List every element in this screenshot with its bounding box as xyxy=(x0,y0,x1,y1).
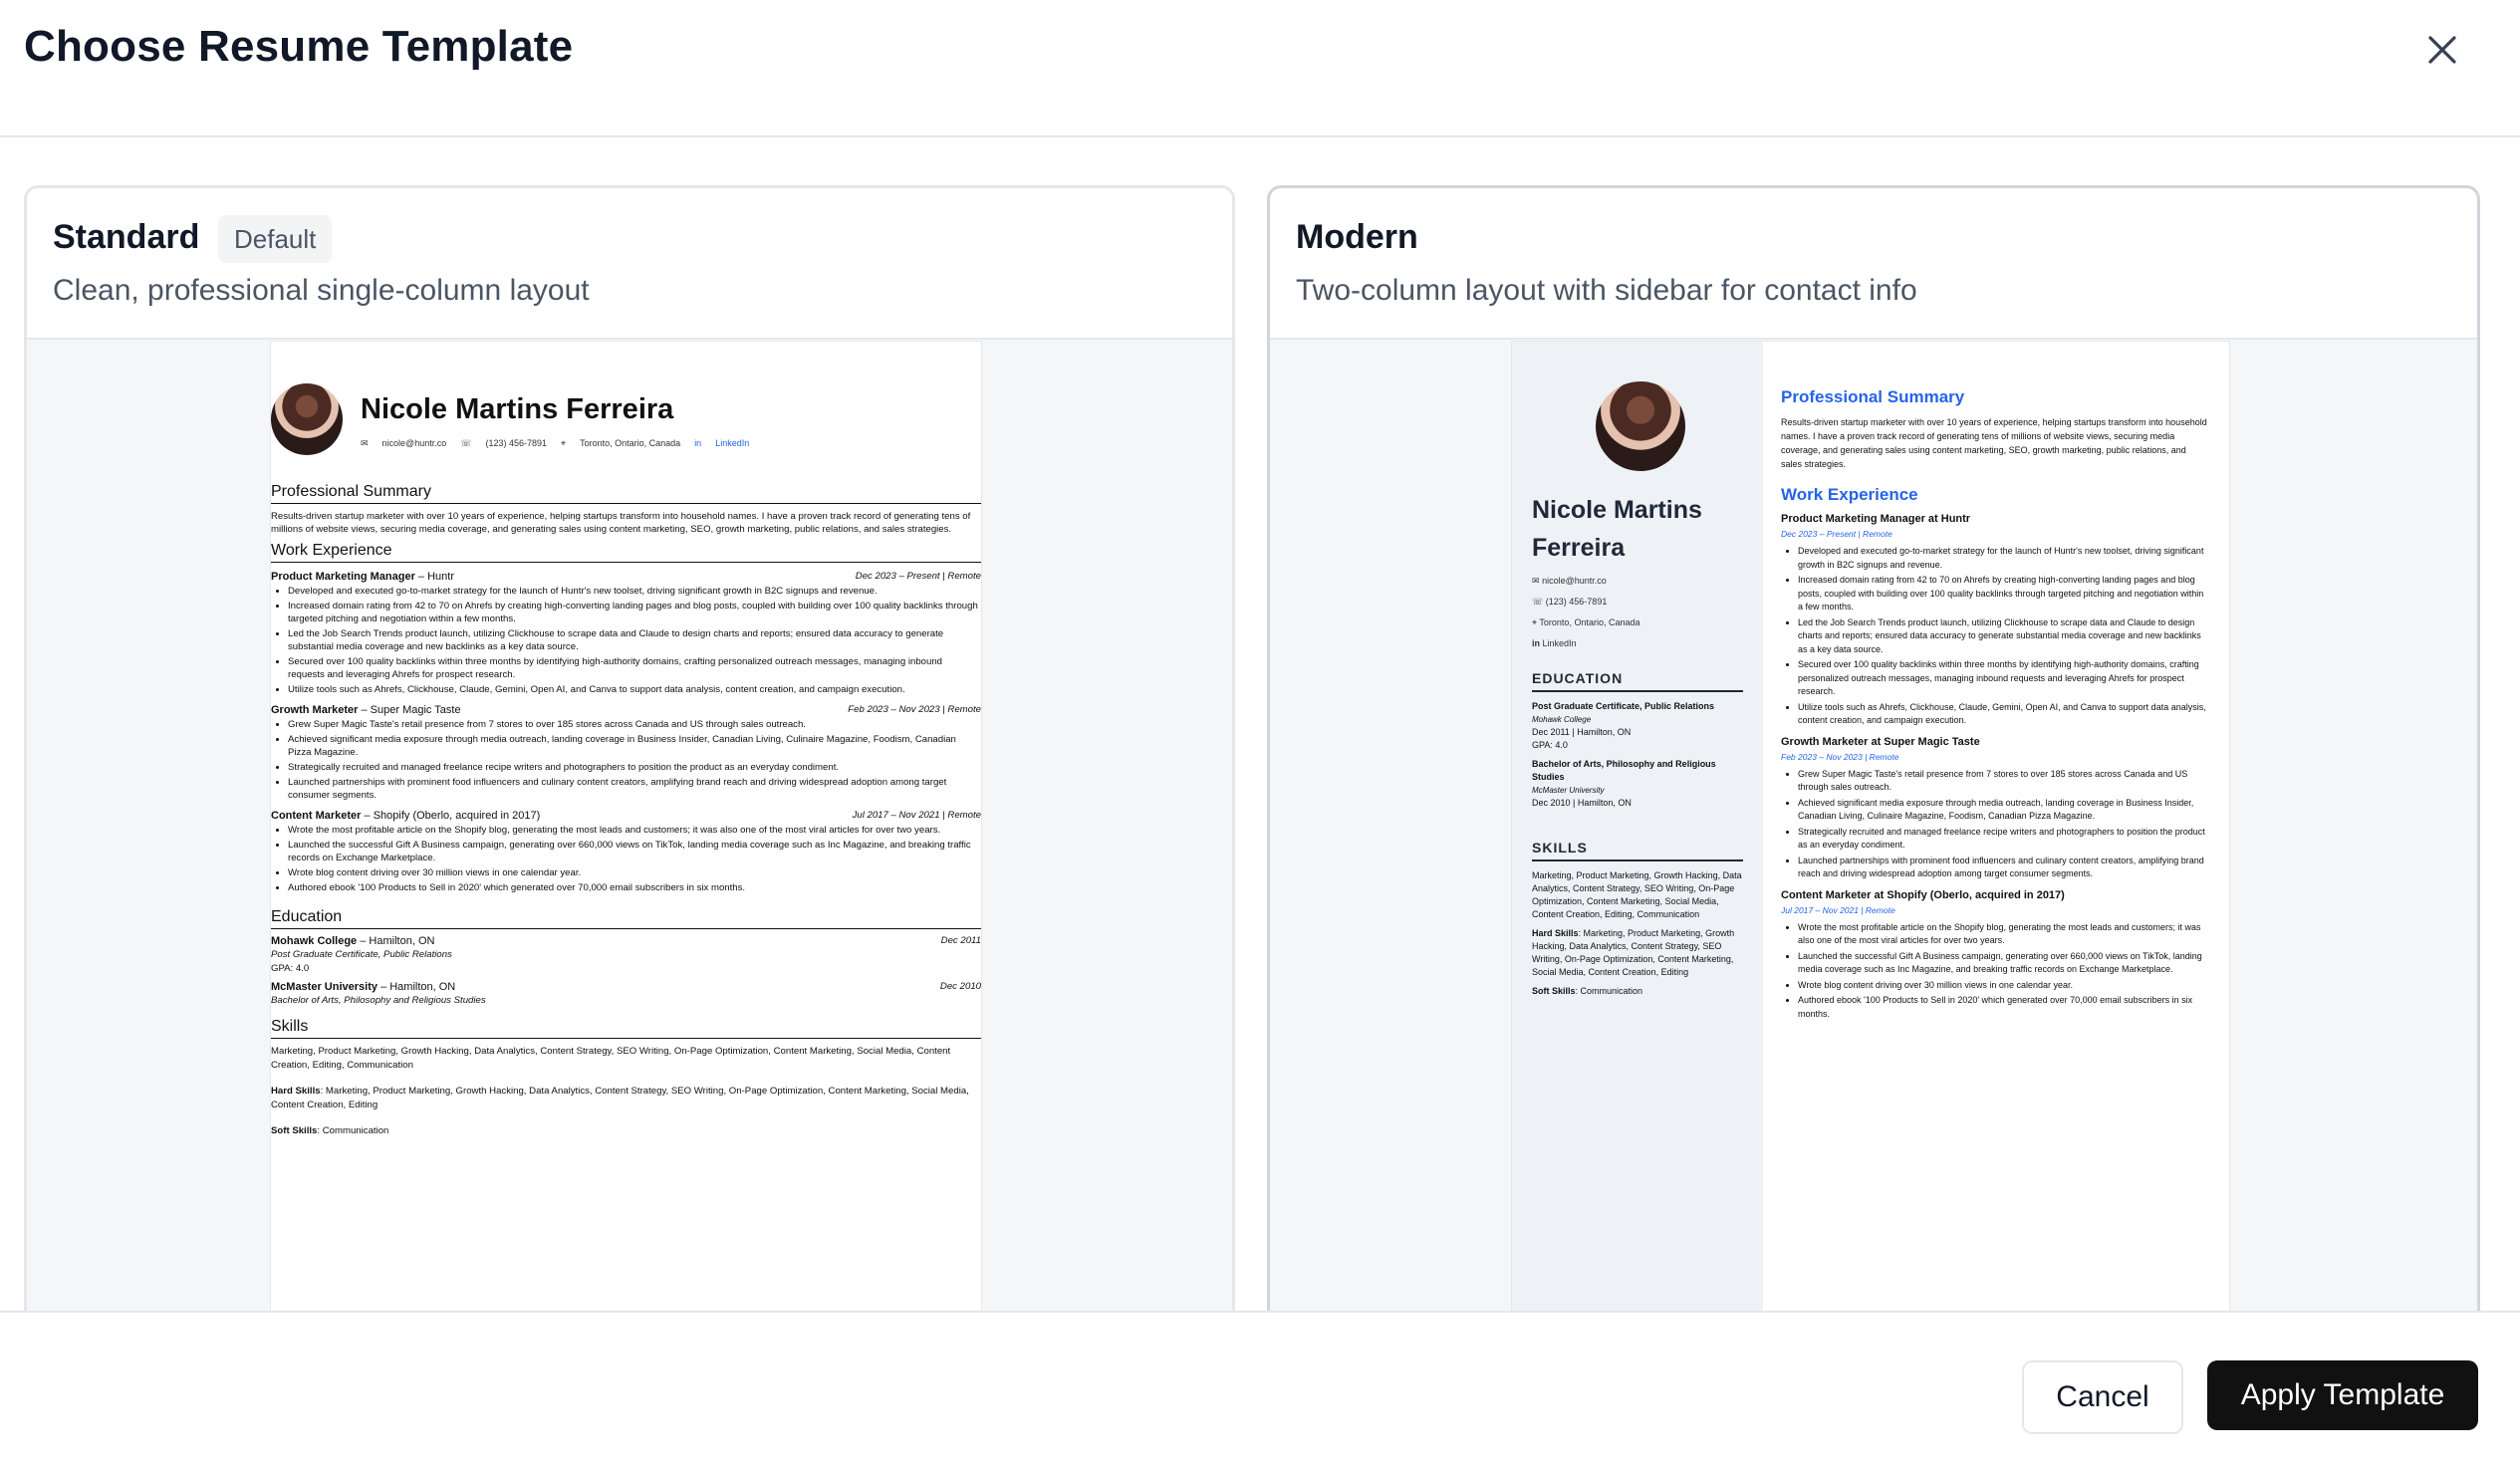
avatar xyxy=(1596,381,1685,471)
email: nicole@huntr.co xyxy=(381,438,447,448)
linkedin-icon: in xyxy=(1532,638,1540,648)
template-description: Two-column layout with sidebar for conta… xyxy=(1296,274,1917,307)
summary-text: Results-driven startup marketer with ove… xyxy=(1781,417,2207,469)
contact-list: ✉ nicole@huntr.co ☏ (123) 456-7891 ⌖ Tor… xyxy=(1532,576,1640,648)
default-badge: Default xyxy=(218,215,333,263)
avatar xyxy=(271,383,343,455)
job-header: Growth Marketer – Super Magic Taste Feb 2… xyxy=(271,704,981,716)
job-bullets: Developed and executed go-to-market stra… xyxy=(271,585,981,696)
card-header: Modern Two-column layout with sidebar fo… xyxy=(1270,188,2477,340)
job-bullets: Wrote the most profitable article on the… xyxy=(271,824,981,894)
close-icon xyxy=(2428,36,2456,64)
resume-body: Professional Summary Results-driven star… xyxy=(271,477,981,1150)
location: Toronto, Ontario, Canada xyxy=(580,438,681,448)
template-card-standard[interactable]: Standard Default Clean, professional sin… xyxy=(24,185,1235,1327)
section-title: Skills xyxy=(271,1018,981,1039)
email-icon: ✉ xyxy=(361,438,369,448)
job-title: Growth Marketer at Super Magic Taste xyxy=(1781,735,1980,748)
job-dates: Jul 2017 – Nov 2021 | Remote xyxy=(1781,904,1895,915)
section-title: Work Experience xyxy=(1781,485,1918,504)
template-name: Standard xyxy=(53,218,200,256)
job-header: Content Marketer – Shopify (Oberlo, acqu… xyxy=(271,810,981,822)
resume-preview-modern: Nicole Martins Ferreira ✉ nicole@huntr.co… xyxy=(1512,342,2229,1324)
card-header: Standard Default Clean, professional sin… xyxy=(27,188,1232,340)
degree: Post Graduate Certificate, Public Relati… xyxy=(271,949,452,960)
resume-preview-standard: Nicole Martins Ferreira ✉ nicole@huntr.co… xyxy=(271,342,981,1324)
dialog-title: Choose Resume Template xyxy=(24,22,574,71)
template-name: Modern xyxy=(1296,218,1418,256)
section-title: Work Experience xyxy=(271,542,981,563)
email-icon: ✉ xyxy=(1532,576,1540,586)
section-title: Education xyxy=(271,908,981,929)
template-card-modern[interactable]: Modern Two-column layout with sidebar fo… xyxy=(1267,185,2480,1327)
apply-template-button[interactable]: Apply Template xyxy=(2207,1360,2478,1430)
job-bullets: Developed and executed go-to-market stra… xyxy=(1781,545,2209,728)
phone: (123) 456-7891 xyxy=(485,438,548,448)
job-dates: Feb 2023 – Nov 2023 | Remote xyxy=(1781,751,1899,762)
contact-row: ✉ nicole@huntr.co ☏ (123) 456-7891 ⌖ Toront… xyxy=(361,438,749,449)
linkedin: LinkedIn xyxy=(715,438,750,448)
resume-name: Nicole Martins Ferreira xyxy=(1532,496,1702,562)
resume-sidebar: Nicole Martins Ferreira ✉ nicole@huntr.co… xyxy=(1512,342,1763,1324)
template-preview: Nicole Martins Ferreira ✉ nicole@huntr.co… xyxy=(27,340,1232,1324)
job-title: Product Marketing Manager at Huntr xyxy=(1781,513,1971,525)
job-title: Content Marketer at Shopify (Oberlo, acq… xyxy=(1781,888,2065,901)
template-description: Clean, professional single-column layout xyxy=(53,274,590,307)
cancel-button[interactable]: Cancel xyxy=(2022,1360,2183,1434)
summary-text: Results-driven startup marketer with ove… xyxy=(271,511,971,535)
section-title: Professional Summary xyxy=(1781,387,1965,406)
job-bullets: Wrote the most profitable article on the… xyxy=(1781,921,2209,1022)
job-header: Product Marketing Manager – Huntr Dec 202… xyxy=(271,571,981,583)
skills-section: SKILLS Marketing, Product Marketing, Gro… xyxy=(1532,840,1743,996)
phone-icon: ☏ xyxy=(1532,597,1544,607)
template-preview: Nicole Martins Ferreira ✉ nicole@huntr.co… xyxy=(1270,340,2477,1324)
gpa: GPA: 4.0 xyxy=(271,963,310,974)
linkedin-icon: in xyxy=(694,438,702,448)
job-dates: Dec 2023 – Present | Remote xyxy=(1781,529,1892,539)
degree: Bachelor of Arts, Philosophy and Religio… xyxy=(271,995,486,1006)
section-title: Professional Summary xyxy=(271,483,981,504)
resume-name: Nicole Martins Ferreira xyxy=(361,393,674,425)
location-icon: ⌖ xyxy=(561,438,567,448)
education-row: Mohawk College – Hamilton, ON Dec 2011 xyxy=(271,935,981,947)
resume-main: Professional Summary Results-driven star… xyxy=(1781,381,2209,1023)
phone-icon: ☏ xyxy=(460,438,472,448)
skills: Marketing, Product Marketing, Growth Hac… xyxy=(271,1046,969,1136)
education-section: EDUCATION Post Graduate Certificate, Pub… xyxy=(1532,670,1743,816)
education-row: McMaster University – Hamilton, ON Dec 20… xyxy=(271,981,981,993)
close-button[interactable] xyxy=(2414,22,2470,78)
location-icon: ⌖ xyxy=(1532,617,1538,627)
dialog-header: Choose Resume Template xyxy=(0,0,2520,137)
job-bullets: Grew Super Magic Taste's retail presence… xyxy=(1781,768,2209,881)
job-bullets: Grew Super Magic Taste's retail presence… xyxy=(271,718,981,802)
